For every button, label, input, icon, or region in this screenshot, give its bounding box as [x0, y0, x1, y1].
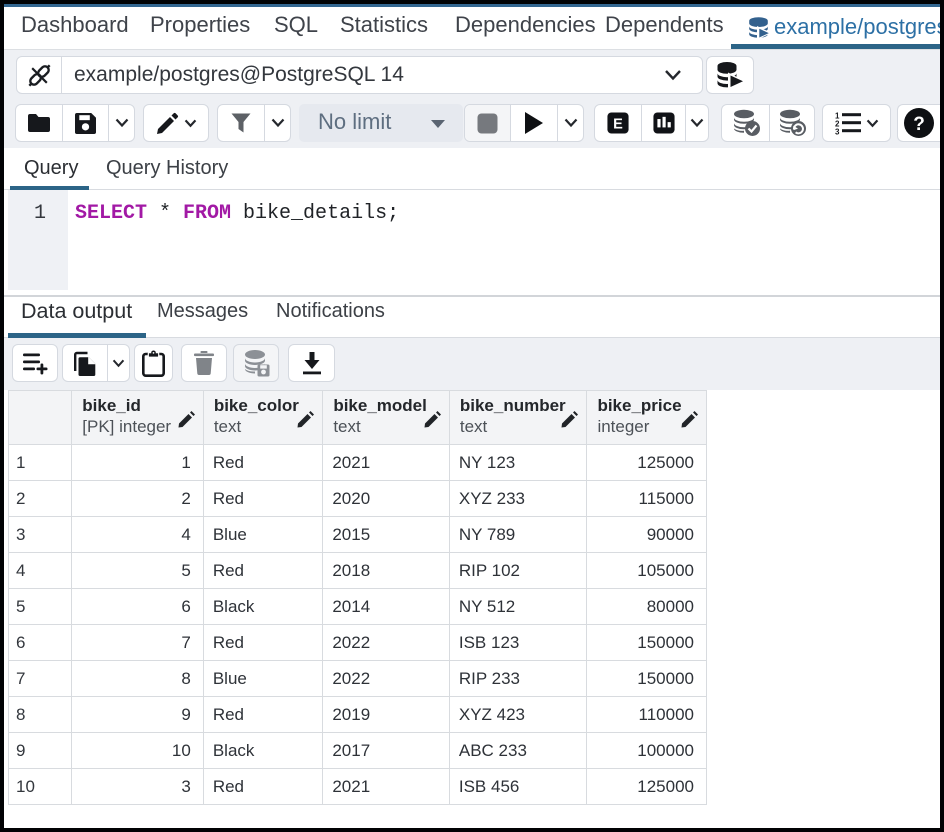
- svg-text:E: E: [613, 116, 623, 132]
- svg-text:?: ?: [913, 114, 925, 135]
- svg-text:3: 3: [835, 128, 840, 136]
